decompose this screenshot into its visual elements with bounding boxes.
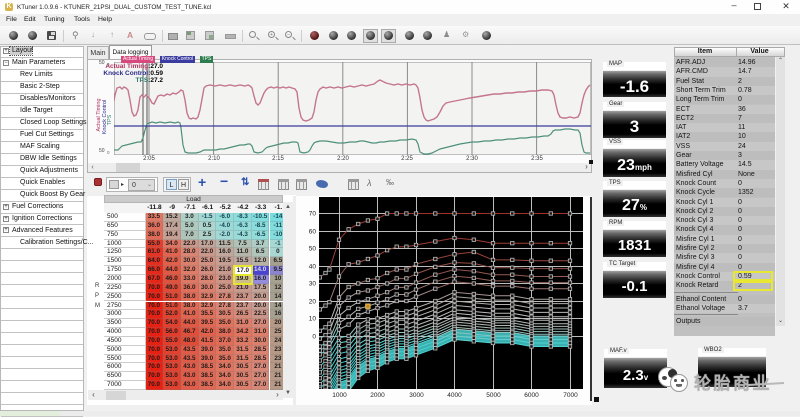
- svg-text:1000: 1000: [332, 392, 347, 399]
- svg-text:50: 50: [309, 246, 317, 253]
- svg-text:60: 60: [309, 229, 317, 236]
- svg-text:0: 0: [312, 334, 316, 341]
- svg-text:6000: 6000: [524, 392, 539, 399]
- svg-text:4000: 4000: [447, 392, 462, 399]
- svg-text:2000: 2000: [370, 392, 385, 399]
- svg-text:70: 70: [309, 211, 317, 218]
- svg-text:30: 30: [309, 281, 317, 288]
- svg-text:40: 40: [309, 264, 317, 271]
- svg-text:10: 10: [309, 316, 317, 323]
- svg-text:3000: 3000: [409, 392, 424, 399]
- svg-text:5000: 5000: [486, 392, 501, 399]
- svg-text:7000: 7000: [563, 392, 578, 399]
- svg-text:20: 20: [309, 299, 317, 306]
